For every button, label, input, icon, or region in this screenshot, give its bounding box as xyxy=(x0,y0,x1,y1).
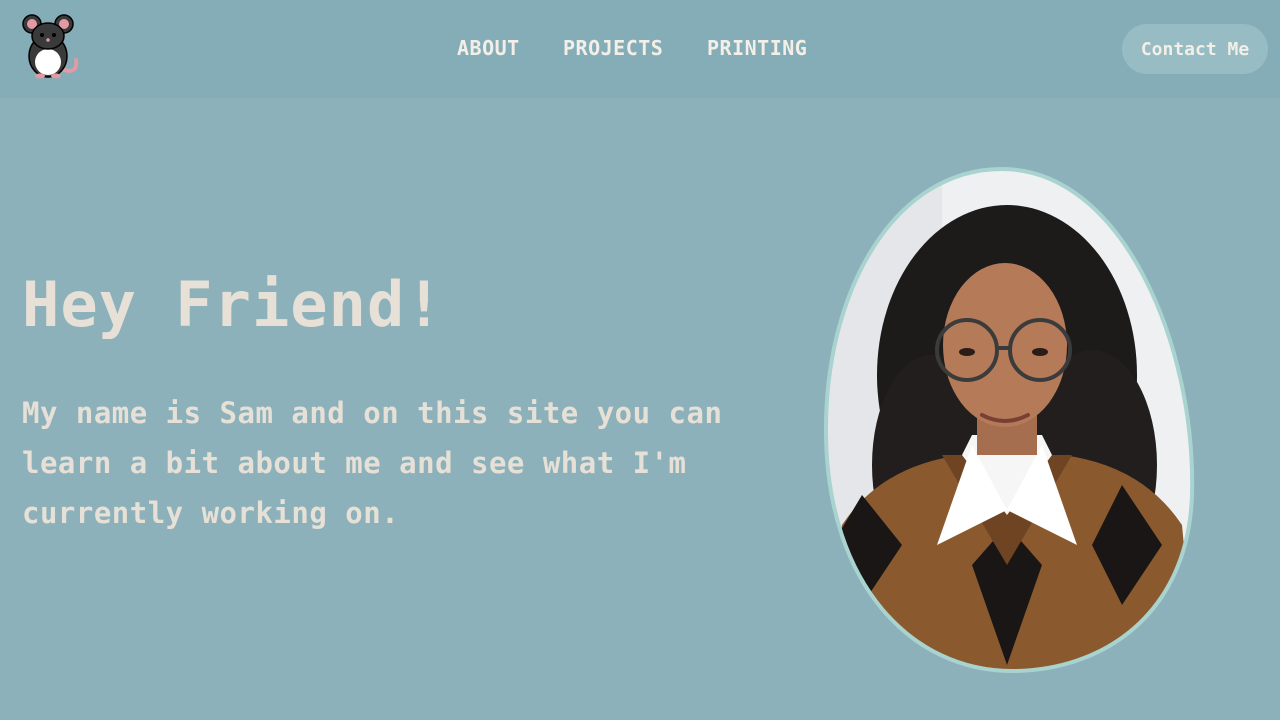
hero-title: Hey Friend! xyxy=(22,268,444,341)
nav-about-link[interactable]: ABOUT xyxy=(457,36,520,60)
nav-projects-link[interactable]: PROJECTS xyxy=(563,36,663,60)
main-nav: ABOUT PROJECTS PRINTING xyxy=(0,36,1280,64)
hero-intro: My name is Sam and on this site you can … xyxy=(22,396,723,530)
contact-me-button[interactable]: Contact Me xyxy=(1122,24,1268,74)
profile-photo xyxy=(823,166,1195,674)
nav-printing-link[interactable]: PRINTING xyxy=(707,36,807,60)
site-header: ABOUT PROJECTS PRINTING Contact Me xyxy=(0,0,1280,98)
page: ABOUT PROJECTS PRINTING Contact Me Hey F… xyxy=(0,0,1280,720)
